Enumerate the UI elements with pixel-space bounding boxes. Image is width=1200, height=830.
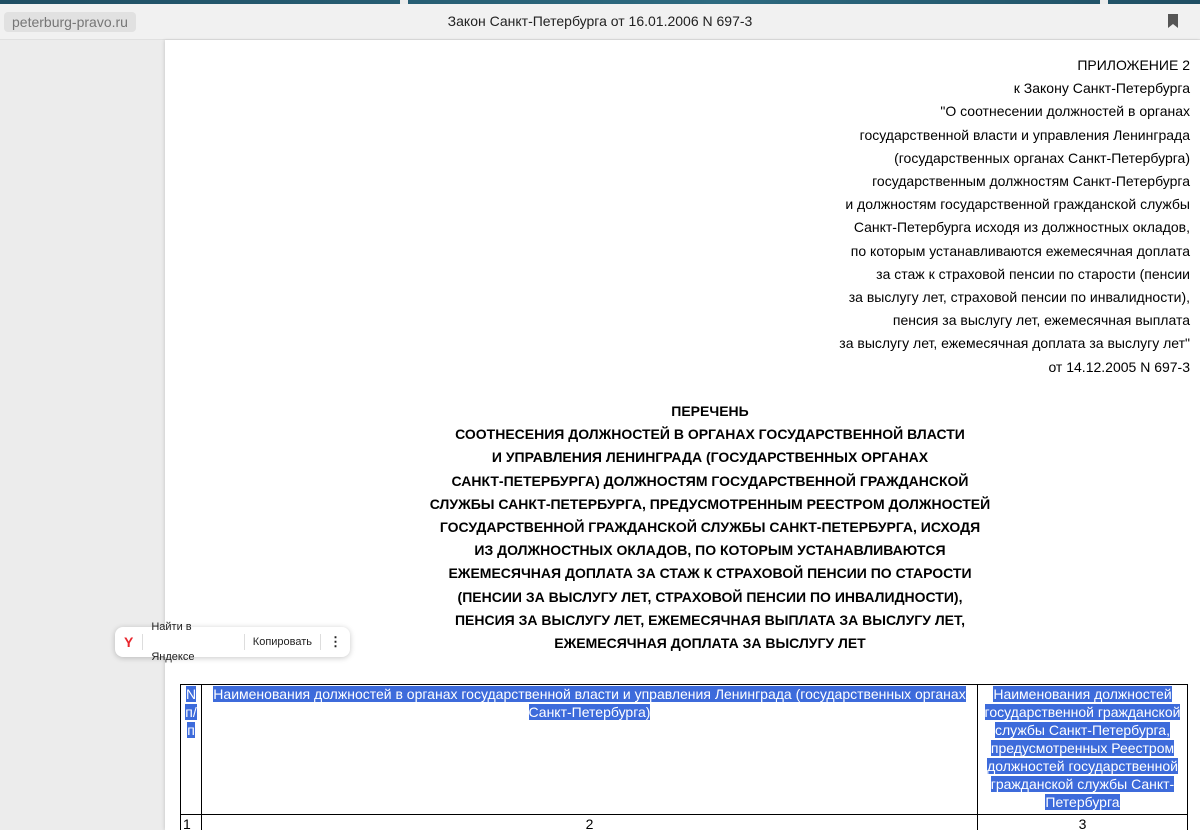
- heading-line: ИЗ ДОЛЖНОСТНЫХ ОКЛАДОВ, ПО КОТОРЫМ УСТАН…: [474, 542, 946, 559]
- header-cell-leningrad-positions[interactable]: Наименования должностей в органах госуда…: [201, 684, 978, 815]
- bookmark-icon[interactable]: [1168, 14, 1178, 28]
- document-page: ПРИЛОЖЕНИЕ 2 к Закону Санкт-Петербурга "…: [165, 40, 1200, 830]
- yandex-logo-icon[interactable]: Y: [115, 627, 142, 657]
- more-options-icon[interactable]: ⋮: [321, 627, 350, 657]
- appendix-line: за выслугу лет, ежемесячная доплата за в…: [839, 335, 1190, 352]
- page-title: Закон Санкт-Петербурга от 16.01.2006 N 6…: [447, 13, 753, 29]
- appendix-line: государственной власти и управления Лени…: [859, 126, 1190, 143]
- table-header-row: N п/п Наименования должностей в органах …: [180, 684, 1188, 815]
- header-text: Наименования должностей государственной …: [984, 686, 1181, 810]
- appendix-line: от 14.12.2005 N 697-3: [1048, 358, 1190, 375]
- table-cell: 3: [977, 814, 1188, 830]
- left-gutter: [0, 40, 165, 830]
- heading-line: (ПЕНСИИ ЗА ВЫСЛУГУ ЛЕТ, СТРАХОВОЙ ПЕНСИИ…: [457, 588, 963, 605]
- heading-line: ПЕНСИЯ ЗА ВЫСЛУГУ ЛЕТ, ЕЖЕМЕСЯЧНАЯ ВЫПЛА…: [454, 611, 966, 628]
- appendix-block: ПРИЛОЖЕНИЕ 2 к Закону Санкт-Петербурга "…: [839, 54, 1190, 379]
- header-cell-civil-service-positions[interactable]: Наименования должностей государственной …: [977, 684, 1188, 815]
- appendix-line: ПРИЛОЖЕНИЕ 2: [1077, 57, 1190, 73]
- appendix-line: Санкт-Петербурга исходя из должностных о…: [853, 219, 1190, 236]
- heading-line: САНКТ-ПЕТЕРБУРГА) ДОЛЖНОСТЯМ ГОСУДАРСТВЕ…: [451, 472, 969, 489]
- heading-line: ГОСУДАРСТВЕННОЙ ГРАЖДАНСКОЙ СЛУЖБЫ САНКТ…: [439, 519, 981, 536]
- document-heading: ПЕРЕЧЕНЬ СООТНЕСЕНИЯ ДОЛЖНОСТЕЙ В ОРГАНА…: [345, 400, 1075, 655]
- search-yandex-button[interactable]: Найти в Яндексе: [143, 612, 243, 672]
- heading-line: И УПРАВЛЕНИЯ ЛЕНИНГРАДА (ГОСУДАРСТВЕННЫХ…: [491, 449, 929, 466]
- table-cell: 2: [201, 814, 978, 830]
- appendix-line: государственным должностям Санкт-Петербу…: [872, 173, 1190, 190]
- appendix-line: по которым устанавливаются ежемесячная д…: [850, 242, 1190, 259]
- appendix-line: (государственных органах Санкт-Петербург…: [894, 149, 1190, 166]
- browser-titlebar: peterburg-pravo.ru Закон Санкт-Петербург…: [0, 4, 1200, 40]
- selection-popup: Y Найти в Яндексе Копировать ⋮: [115, 621, 350, 663]
- positions-table: N п/п Наименования должностей в органах …: [180, 684, 1188, 830]
- header-text: Наименования должностей в органах госуда…: [213, 686, 966, 720]
- heading-line: ЕЖЕМЕСЯЧНАЯ ДОПЛАТА ЗА СТАЖ К СТРАХОВОЙ …: [448, 565, 972, 582]
- header-text: N п/п: [185, 686, 197, 738]
- appendix-line: за стаж к страховой пенсии по старости (…: [876, 265, 1190, 282]
- heading-line: СЛУЖБЫ САНКТ-ПЕТЕРБУРГА, ПРЕДУСМОТРЕННЫМ…: [429, 495, 991, 512]
- appendix-line: за выслугу лет, страховой пенсии по инва…: [848, 289, 1190, 306]
- header-cell-number[interactable]: N п/п: [180, 684, 202, 815]
- copy-button[interactable]: Копировать: [245, 627, 320, 657]
- heading-line: СООТНЕСЕНИЯ ДОЛЖНОСТЕЙ В ОРГАНАХ ГОСУДАР…: [455, 426, 965, 443]
- appendix-line: к Закону Санкт-Петербурга: [1013, 80, 1190, 97]
- appendix-line: пенсия за выслугу лет, ежемесячная выпла…: [892, 312, 1190, 329]
- heading-line: ПЕРЕЧЕНЬ: [671, 403, 749, 419]
- table-cell: 1: [180, 814, 202, 830]
- appendix-line: "О соотнесении должностей в органах: [940, 103, 1190, 120]
- heading-line: ЕЖЕМЕСЯЧНАЯ ДОПЛАТА ЗА ВЫСЛУГУ ЛЕТ: [554, 635, 866, 652]
- appendix-line: и должностям государственной гражданской…: [845, 196, 1190, 213]
- table-row: 1 2 3: [180, 814, 1188, 830]
